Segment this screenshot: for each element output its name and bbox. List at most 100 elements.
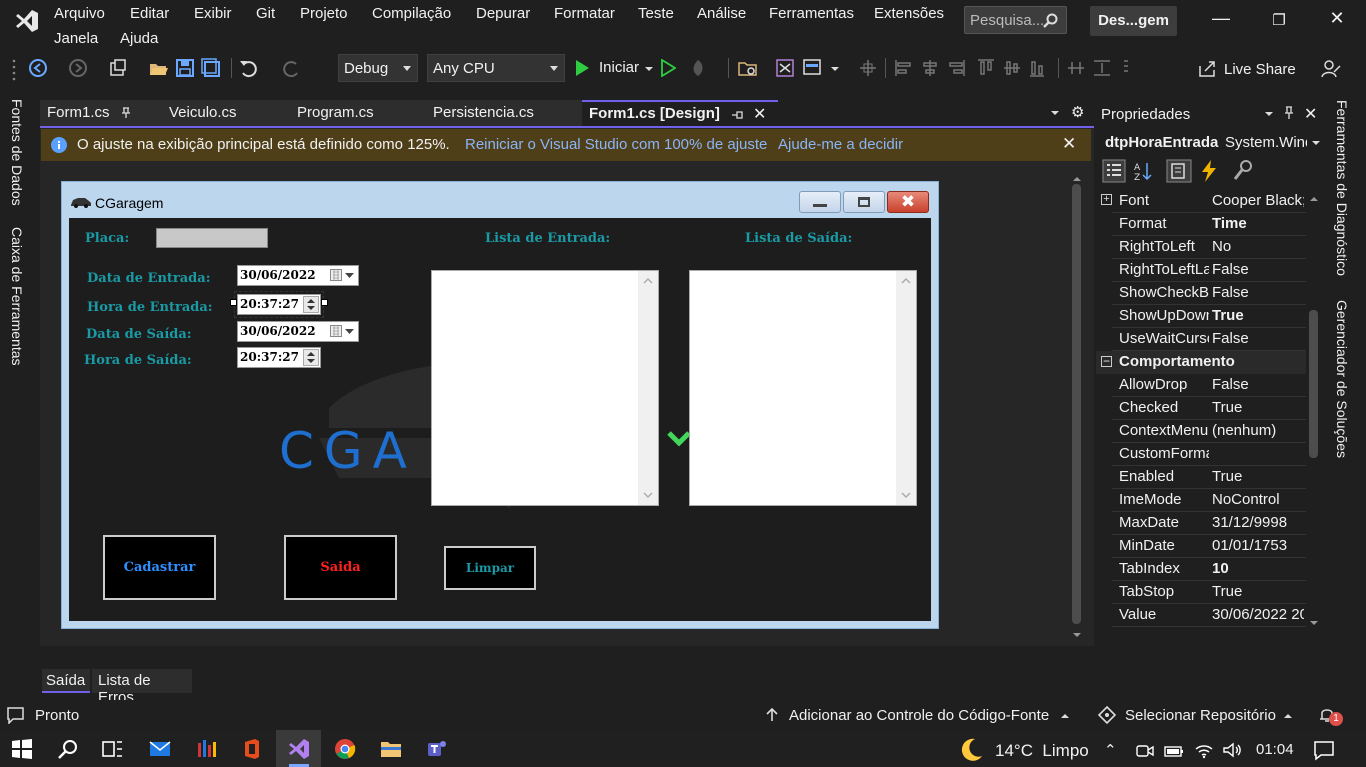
hora-entrada-picker[interactable]: 20:37:27	[234, 291, 324, 318]
mail-icon[interactable]	[148, 737, 172, 761]
feedback-icon[interactable]	[1320, 58, 1342, 80]
hot-reload-icon[interactable]	[688, 58, 710, 78]
property-row[interactable]: ContextMenuStrip(nenhum)	[1096, 420, 1306, 443]
tab-lista-erros[interactable]: Lista de Erros	[92, 669, 192, 706]
scroll-up-icon[interactable]	[1309, 196, 1319, 202]
menu-janela[interactable]: Janela	[54, 30, 98, 47]
config-dropdown[interactable]: Debug	[338, 54, 418, 82]
scroll-up-icon[interactable]	[1072, 176, 1082, 182]
chevron-down-icon[interactable]	[830, 66, 840, 72]
resize-handle-right[interactable]	[321, 299, 328, 306]
property-value[interactable]: False	[1212, 261, 1304, 278]
spacing-tools-icon[interactable]	[1066, 58, 1136, 78]
redo-icon[interactable]	[282, 58, 304, 78]
moon-weather-icon[interactable]	[957, 736, 985, 764]
meet-now-icon[interactable]	[1136, 742, 1154, 760]
limpar-button[interactable]: Limpar	[444, 546, 536, 590]
property-row[interactable]: Value 30/06/2022 20:37	[1096, 604, 1306, 627]
volume-icon[interactable]	[1222, 741, 1242, 759]
forward-icon[interactable]	[68, 58, 88, 78]
menu-ajuda[interactable]: Ajuda	[120, 30, 158, 47]
scroll-up-icon[interactable]	[901, 278, 911, 284]
pin-icon[interactable]	[120, 107, 132, 119]
property-value[interactable]: False	[1212, 330, 1304, 347]
property-row[interactable]: CustomFormat	[1096, 443, 1306, 466]
property-row[interactable]: MaxDate 31/12/9998	[1096, 512, 1306, 535]
chevron-up-icon[interactable]	[1283, 713, 1293, 719]
scrollbar-thumb[interactable]	[1309, 310, 1318, 458]
task-view-icon[interactable]	[101, 737, 125, 761]
form-maximize-button[interactable]	[843, 191, 885, 213]
tab-veiculo-cs[interactable]: Veiculo.cs	[162, 100, 290, 126]
maximize-icon[interactable]: ❐	[1264, 11, 1294, 37]
property-value[interactable]: True	[1212, 583, 1304, 600]
live-share-button[interactable]: Live Share	[1224, 61, 1296, 78]
calendar-icon[interactable]	[330, 325, 342, 337]
updown-spinner-icon[interactable]	[303, 349, 319, 366]
tab-persistencia-cs[interactable]: Persistencia.cs	[426, 100, 582, 126]
property-value[interactable]: Cooper Black; 8	[1212, 192, 1304, 209]
add-source-control-button[interactable]: Adicionar ao Controle do Código-Fonte	[789, 707, 1049, 724]
chevron-up-icon[interactable]: ⌃	[1104, 741, 1117, 759]
property-value[interactable]: NoControl	[1212, 491, 1304, 508]
close-infobar-icon[interactable]: ✕	[1062, 134, 1076, 154]
pin-icon[interactable]	[1283, 106, 1295, 120]
live-share-icon[interactable]	[1198, 60, 1218, 78]
windows-start-icon[interactable]	[10, 737, 34, 761]
menu-exibir[interactable]: Exibir	[194, 5, 232, 22]
property-value[interactable]: 30/06/2022 20:37	[1212, 606, 1304, 623]
properties-view-icon[interactable]	[1166, 159, 1192, 183]
scroll-down-icon[interactable]	[1072, 632, 1082, 638]
property-value[interactable]: (nenhum)	[1212, 422, 1304, 439]
properties-scrollbar[interactable]	[1306, 192, 1322, 632]
updown-spinner-icon[interactable]	[303, 296, 319, 313]
output-window-icon[interactable]	[6, 706, 26, 724]
close-tab-icon[interactable]: ✕	[753, 104, 766, 124]
property-row[interactable]: ImeMode NoControl	[1096, 489, 1306, 512]
solution-name-badge[interactable]: Des...gem	[1090, 6, 1177, 36]
chrome-icon[interactable]	[333, 737, 357, 761]
chevron-down-icon[interactable]	[1264, 111, 1274, 117]
saida-button[interactable]: Saida	[284, 535, 397, 600]
chevron-down-icon[interactable]	[644, 66, 654, 72]
property-row[interactable]: Format Time	[1096, 213, 1306, 236]
scroll-down-icon[interactable]	[901, 492, 911, 498]
lista-entrada-listbox[interactable]	[431, 270, 659, 506]
property-row[interactable]: TabStop True	[1096, 581, 1306, 604]
tab-form1-cs[interactable]: Form1.cs	[40, 100, 162, 126]
help-decide-link[interactable]: Ajude-me a decidir	[778, 136, 903, 153]
search-input[interactable]: Pesquisa...	[964, 6, 1067, 34]
chevron-down-icon[interactable]	[345, 329, 354, 335]
restart-100-link[interactable]: Reiniciar o Visual Studio com 100% de aj…	[465, 136, 767, 153]
property-row[interactable]: RightToLeftLayoutFalse	[1096, 259, 1306, 282]
property-row[interactable]: ShowCheckBoxFalse	[1096, 282, 1306, 305]
office-icon[interactable]	[240, 737, 264, 761]
resize-handle-left[interactable]	[230, 299, 237, 306]
hora-saida-picker[interactable]: 20:37:27	[237, 347, 321, 368]
clock-time[interactable]: 01:04	[1256, 741, 1294, 758]
scroll-down-icon[interactable]	[1309, 620, 1319, 626]
open-folder-icon[interactable]	[148, 58, 168, 78]
menu-arquivo[interactable]: Arquivo	[54, 5, 105, 22]
form-close-button[interactable]: ✖	[887, 191, 929, 213]
property-row[interactable]: ShowUpDown True	[1096, 305, 1306, 328]
menu-depurar[interactable]: Depurar	[476, 5, 530, 22]
minimize-icon[interactable]: —	[1206, 8, 1236, 34]
find-in-files-icon[interactable]	[738, 58, 760, 78]
menu-projeto[interactable]: Projeto	[300, 5, 348, 22]
battery-icon[interactable]	[1164, 742, 1184, 760]
category-header[interactable]: − Comportamento	[1096, 351, 1306, 374]
app-bars-icon[interactable]	[195, 737, 219, 761]
save-icon[interactable]	[175, 58, 195, 78]
new-project-icon[interactable]	[108, 58, 128, 78]
save-all-icon[interactable]	[201, 58, 221, 78]
property-row[interactable]: RightToLeft No	[1096, 236, 1306, 259]
form-minimize-button[interactable]	[799, 191, 841, 213]
property-row[interactable]: UseWaitCursorFalse	[1096, 328, 1306, 351]
property-value[interactable]: 10	[1212, 560, 1304, 577]
property-value[interactable]: False	[1212, 284, 1304, 301]
tab-program-cs[interactable]: Program.cs	[290, 100, 426, 126]
notification-center-icon[interactable]	[1313, 739, 1335, 761]
scroll-up-icon[interactable]	[643, 278, 653, 284]
placa-input[interactable]	[156, 228, 268, 248]
